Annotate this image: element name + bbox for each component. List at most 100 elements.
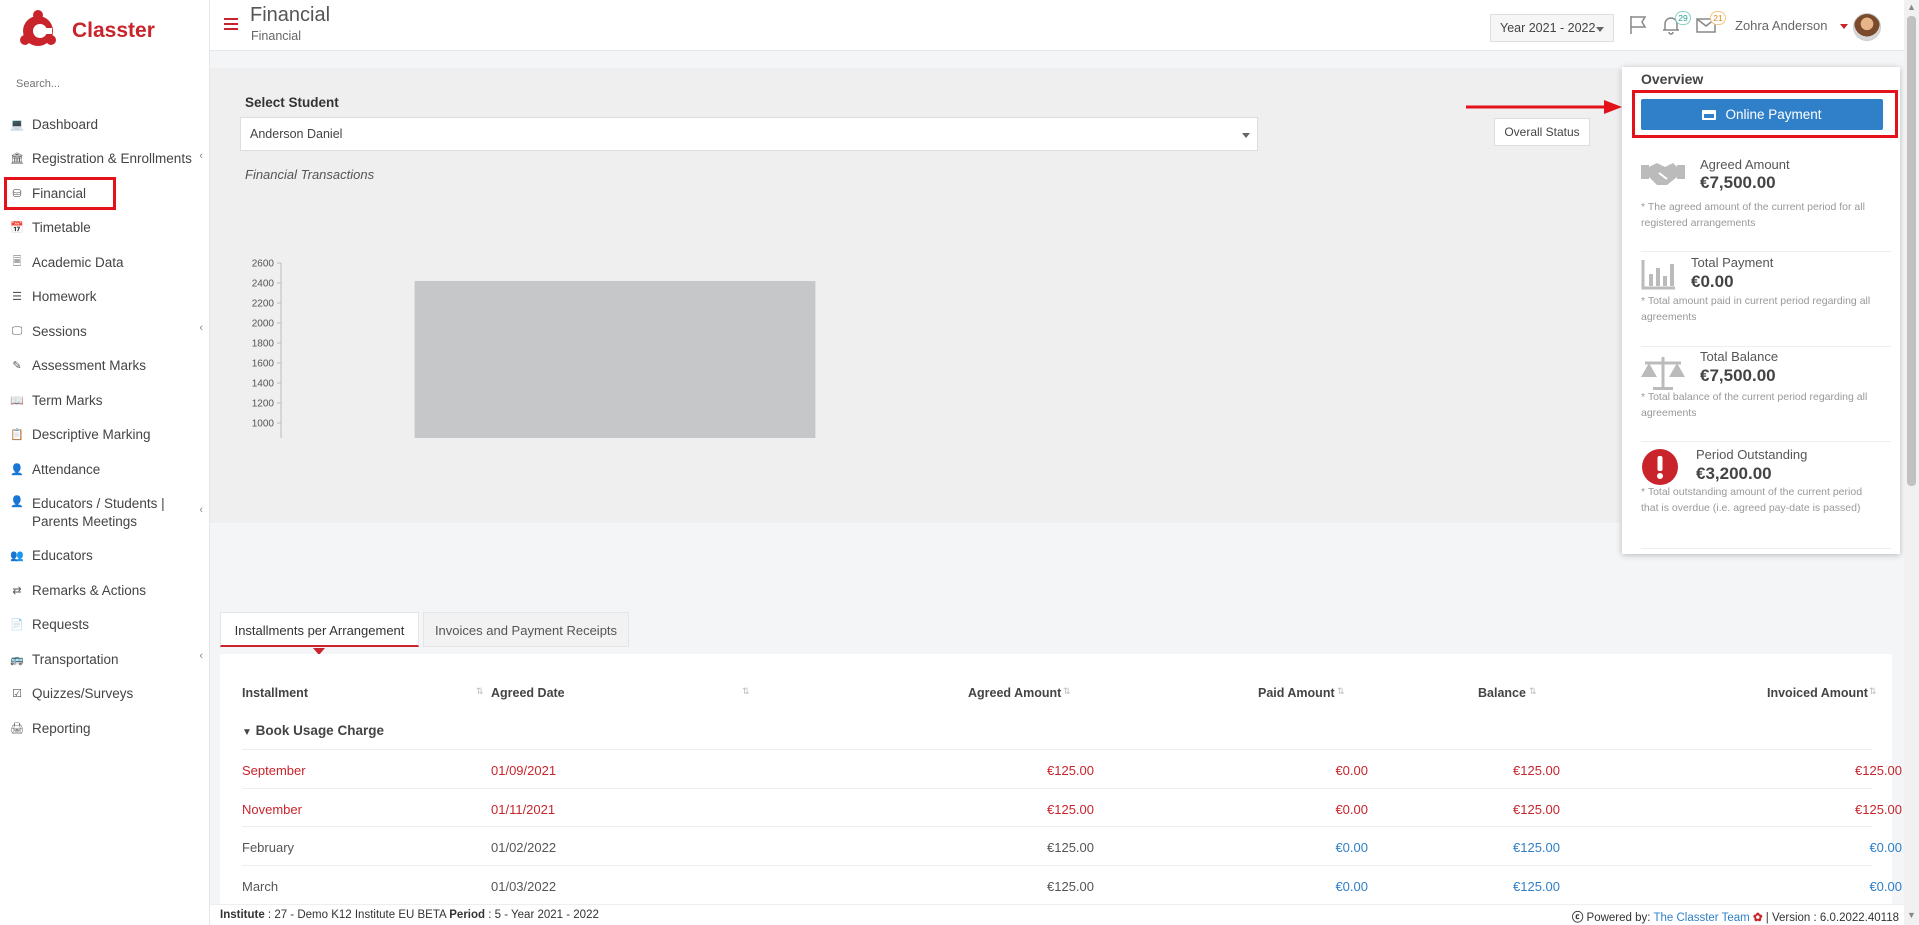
group-row-book-usage-charge[interactable]: ▼ Book Usage Charge: [242, 723, 384, 738]
sidebar-item-label: Transportation: [32, 651, 119, 667]
sidebar-item-remarks-actions[interactable]: ⇄ Remarks & Actions: [0, 573, 210, 608]
classter-team-link[interactable]: The Classter Team: [1653, 912, 1749, 924]
student-select-value: Anderson Daniel: [250, 127, 343, 141]
sidebar-item-timetable[interactable]: 📅 Timetable: [0, 211, 210, 246]
user-menu-chevron-icon[interactable]: [1840, 24, 1848, 29]
scroll-thumb[interactable]: [1907, 16, 1916, 486]
messages-badge: 21: [1710, 11, 1726, 25]
logo[interactable]: Classter: [18, 8, 208, 54]
select-student-label: Select Student: [245, 95, 339, 110]
cell-invoiced: €125.00: [1855, 801, 1902, 817]
sort-icon[interactable]: ⇅: [476, 686, 484, 697]
chart-y-tick-label: 1600: [252, 359, 275, 370]
sidebar-item-assessment-marks[interactable]: ✎ Assessment Marks: [0, 349, 210, 384]
sidebar-item-educators[interactable]: 👥 Educators: [0, 539, 210, 574]
year-select[interactable]: Year 2021 - 2022: [1490, 14, 1614, 42]
cell-agreed: €125.00: [1047, 840, 1094, 855]
online-payment-label: Online Payment: [1725, 107, 1822, 122]
search-input[interactable]: [14, 72, 199, 96]
col-header-installment[interactable]: Installment: [242, 686, 308, 700]
sort-icon[interactable]: ⇅: [1529, 686, 1537, 697]
overall-status-button[interactable]: Overall Status: [1494, 118, 1590, 146]
envelope-icon[interactable]: 21: [1695, 11, 1726, 35]
tab-invoices-and-payment-receipts[interactable]: Invoices and Payment Receipts: [423, 612, 629, 647]
sidebar-item-attendance[interactable]: 👤 Attendance: [0, 452, 210, 487]
col-header-invoiced-amount[interactable]: Invoiced Amount: [1767, 686, 1868, 700]
sidebar-item-label: Homework: [32, 289, 97, 305]
col-header-balance[interactable]: Balance: [1478, 686, 1526, 700]
user-name[interactable]: Zohra Anderson: [1735, 18, 1828, 33]
copyright-icon: ⓒ: [1571, 912, 1584, 924]
sidebar-item-academic-data[interactable]: 🗏 Academic Data: [0, 245, 210, 280]
scroll-down-icon[interactable]: ▼: [1907, 910, 1916, 920]
sidebar-item-descriptive-marking[interactable]: 📋 Descriptive Marking: [0, 418, 210, 453]
cell-paid: €0.00: [1335, 840, 1368, 855]
sidebar-item-transportation[interactable]: 🚌 Transportation ‹: [0, 642, 210, 677]
table-row[interactable]: November 01/11/2021 €125.00 €0.00 €125.00 €12…: [242, 787, 1902, 826]
sidebar-item-reporting[interactable]: 🖨 Reporting: [0, 711, 210, 746]
sort-icon[interactable]: ⇅: [1337, 686, 1345, 697]
col-header-agreed-date[interactable]: Agreed Date: [491, 686, 565, 700]
table-row[interactable]: March 01/03/2022 €125.00 €0.00 €125.00 €0.00: [242, 864, 1902, 903]
cell-paid: €0.00: [1335, 763, 1368, 778]
overview-title: Overview: [1641, 71, 1704, 87]
chart-y-tick-label: 1800: [252, 339, 275, 350]
tab-installments-per-arrangement[interactable]: Installments per Arrangement: [220, 612, 419, 647]
sidebar-item-label: Descriptive Marking: [32, 427, 151, 443]
sidebar-item-homework[interactable]: ☰ Homework: [0, 280, 210, 315]
cell-paid: €0.00: [1335, 878, 1368, 894]
page-title: Financial: [250, 4, 331, 26]
cell-date: 01/11/2021: [491, 801, 556, 817]
scroll-up-icon[interactable]: ▲: [1907, 2, 1916, 12]
cell-agreed: €125.00: [1047, 763, 1094, 778]
flag-icon[interactable]: [1628, 15, 1650, 35]
id-card-icon: 🗏: [12, 255, 22, 268]
sidebar-item-label: Attendance: [32, 461, 101, 477]
cell-agreed: €125.00: [1047, 801, 1094, 817]
brand-name: Classter: [72, 19, 155, 42]
table-row[interactable]: February 01/02/2022 €125.00 €0.00 €125.00 €0.…: [242, 826, 1902, 864]
sidebar-item-quizzes-surveys[interactable]: ☑ Quizzes/Surveys: [0, 677, 210, 712]
table-row[interactable]: September 01/09/2021 €125.00 €0.00 €125.00 €1…: [242, 749, 1902, 787]
avatar[interactable]: [1853, 13, 1881, 41]
header: Financial Financial Year 2021 - 2022 29 …: [210, 0, 1919, 51]
checklist-icon: ☑: [12, 688, 22, 701]
col-header-paid-amount[interactable]: Paid Amount: [1258, 686, 1335, 700]
presentation-icon: 🖵: [11, 324, 23, 337]
period-outstanding-value: €3,200.00: [1696, 464, 1772, 483]
cell-installment: March: [242, 878, 279, 894]
period-value: : 5 - Year 2021 - 2022: [485, 909, 599, 921]
shuffle-icon: ⇄: [12, 584, 22, 597]
col-header-agreed-amount[interactable]: Agreed Amount: [968, 686, 1061, 700]
cell-installment: November: [242, 801, 302, 817]
chevron-down-icon: [1242, 133, 1250, 138]
version-text: | Version : 6.0.2022.40118: [1762, 912, 1899, 924]
group-label: Book Usage Charge: [255, 723, 384, 738]
sidebar-item-label: Educators / Students | Parents Meetings: [32, 495, 165, 529]
online-payment-button[interactable]: Online Payment: [1641, 99, 1883, 130]
sort-icon[interactable]: ⇅: [1063, 686, 1071, 697]
sidebar-item-financial[interactable]: ⛁ Financial: [0, 176, 210, 211]
sidebar-item-dashboard[interactable]: 💻 Dashboard: [0, 107, 210, 142]
bell-icon[interactable]: 29: [1660, 11, 1691, 35]
period-outstanding-card: Period Outstanding €3,200.00 * Total out…: [1641, 442, 1891, 549]
period-outstanding-label: Period Outstanding: [1696, 447, 1808, 462]
sidebar-item-sessions[interactable]: 🖵 Sessions ‹: [0, 314, 210, 349]
sort-icon[interactable]: ⇅: [742, 686, 750, 697]
menu-toggle-icon[interactable]: [224, 18, 238, 30]
sidebar-item-term-marks[interactable]: 📖 Term Marks: [0, 383, 210, 418]
sidebar-item-requests[interactable]: 📄 Requests: [0, 608, 210, 643]
chart-y-tick-label: 2000: [252, 319, 275, 330]
cell-date: 01/09/2021: [491, 763, 557, 778]
chart-y-tick-label: 1000: [252, 419, 275, 430]
sidebar-item-educators-students-parents-meetings[interactable]: 👤 Educators / Students | Parents Meetings…: [0, 487, 210, 539]
sidebar-item-registration-enrollments[interactable]: 🏛 Registration & Enrollments ‹: [0, 142, 210, 177]
page-scrollbar[interactable]: ▲ ▼: [1904, 0, 1919, 925]
agreed-amount-card: Agreed Amount €7,500.00 * The agreed amo…: [1641, 157, 1891, 252]
sidebar: Classter 💻 Dashboard 🏛 Registration & Enrol…: [0, 0, 210, 925]
cell-invoiced: €125.00: [1855, 763, 1902, 778]
student-select[interactable]: Anderson Daniel: [240, 117, 1258, 151]
sort-icon[interactable]: ⇅: [1869, 686, 1877, 697]
user-gear-icon: 👤: [10, 495, 24, 508]
notifications-badge: 29: [1675, 11, 1691, 25]
